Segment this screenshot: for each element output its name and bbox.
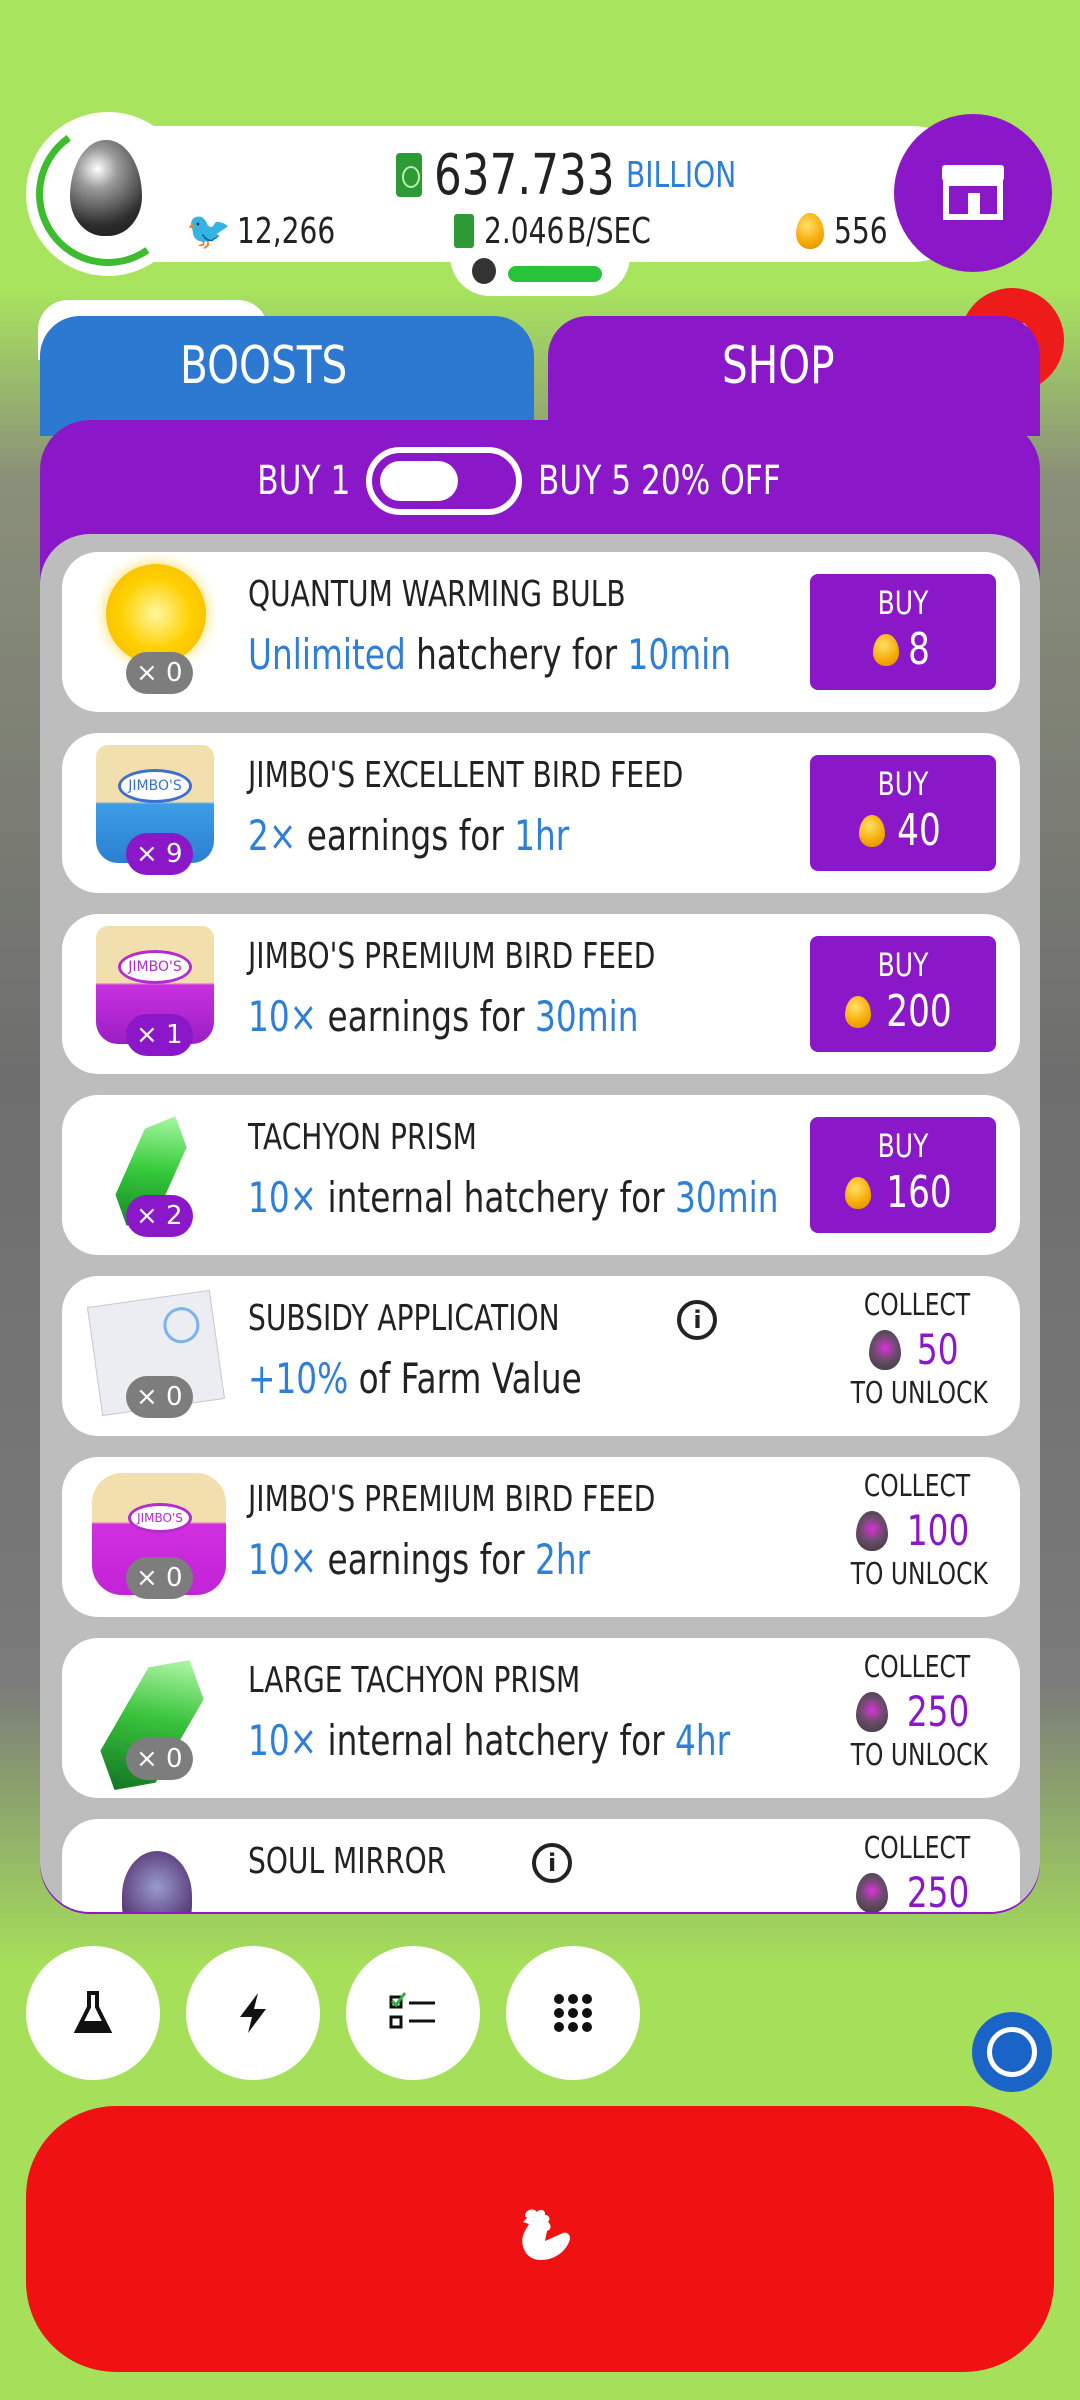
earning-rate: 2.046 B/SEC — [454, 206, 675, 256]
hatch-chicken-button[interactable] — [26, 2106, 1054, 2372]
cash-icon — [396, 153, 422, 197]
buy-1-label: BUY 1 — [257, 458, 351, 504]
bird-icon: 🐦 — [186, 211, 231, 252]
buy-5-label: BUY 5 20% OFF — [538, 458, 781, 504]
money-value: 637.733 — [434, 142, 615, 208]
collect-to-unlock: COLLECT 100 TO UNLOCK — [850, 1469, 988, 1592]
item-name: QUANTUM WARMING BULB — [248, 574, 626, 615]
buy-button[interactable]: BUY 40 — [810, 755, 996, 871]
list-item: SOUL MIRROR i COLLECT 250 — [62, 1819, 1020, 1912]
research-button[interactable] — [26, 1946, 160, 2080]
item-name: TACHYON PRISM — [248, 1117, 477, 1158]
soul-mirror-icon — [92, 1831, 222, 1912]
boost-button[interactable] — [186, 1946, 320, 2080]
item-name: JIMBO'S PREMIUM BIRD FEED — [248, 1479, 656, 1520]
egg-avatar[interactable] — [24, 110, 192, 278]
item-count: × 2 — [126, 1195, 193, 1237]
grid-icon — [554, 1994, 592, 2032]
chicken-icon — [522, 2209, 571, 2260]
flask-icon — [73, 1991, 113, 2033]
checklist-icon — [389, 1992, 435, 2029]
item-description: +10% of Farm Value — [248, 1354, 582, 1403]
collect-to-unlock: COLLECT 250 — [832, 1831, 1002, 1912]
collect-to-unlock: COLLECT 250 TO UNLOCK — [850, 1650, 988, 1773]
item-description: 10× internal hatchery for 4hr — [248, 1716, 731, 1765]
info-icon[interactable]: i — [677, 1300, 718, 1340]
golden-egg-icon — [845, 1176, 871, 1209]
toggle-knob — [380, 461, 459, 501]
money-unit: BILLION — [625, 154, 736, 196]
tab-boosts[interactable]: BOOSTS — [40, 316, 534, 436]
overlay-toggle-button[interactable] — [972, 2012, 1052, 2092]
shop-panel: BUY 1 BUY 5 20% OFF × 0 QUANTUM WARMING … — [40, 420, 1040, 1914]
buy-button[interactable]: BUY 8 — [810, 574, 996, 690]
item-name: SOUL MIRROR i — [248, 1841, 573, 1883]
cash-icon — [454, 214, 474, 248]
list-item: JIMBO'S × 9 JIMBO'S EXCELLENT BIRD FEED … — [62, 733, 1020, 893]
item-description: 10× earnings for 30min — [248, 992, 639, 1041]
golden-egg-icon — [845, 995, 871, 1028]
buy-quantity-toggle[interactable] — [366, 447, 523, 515]
chicken-count: 🐦 12,266 — [186, 210, 336, 253]
shop-button[interactable] — [894, 114, 1052, 272]
soul-egg-icon — [869, 1329, 902, 1370]
item-count: × 9 — [126, 833, 193, 875]
buy-button[interactable]: BUY 200 — [810, 936, 996, 1052]
item-name: SUBSIDY APPLICATION i — [248, 1298, 718, 1340]
lightning-icon — [240, 1993, 266, 2033]
item-count: × 0 — [126, 1557, 193, 1599]
list-item: JIMBO'S × 1 JIMBO'S PREMIUM BIRD FEED 10… — [62, 914, 1020, 1074]
item-count: × 1 — [126, 1014, 193, 1056]
soul-egg-icon — [855, 1510, 888, 1551]
item-description: 2× earnings for 1hr — [248, 811, 570, 860]
golden-egg-icon — [796, 213, 824, 249]
item-count: × 0 — [126, 652, 193, 694]
item-description: 10× internal hatchery for 30min — [248, 1173, 779, 1222]
golden-egg-icon — [859, 814, 885, 847]
tab-shop[interactable]: SHOP — [548, 316, 1040, 436]
list-item: × 2 TACHYON PRISM 10× internal hatchery … — [62, 1095, 1020, 1255]
item-name: JIMBO'S EXCELLENT BIRD FEED — [248, 755, 684, 796]
hatchery-bar — [508, 266, 602, 282]
item-count: × 0 — [126, 1376, 193, 1418]
list-item: JIMBO'S × 0 JIMBO'S PREMIUM BIRD FEED 10… — [62, 1457, 1020, 1617]
item-description: 10× earnings for 2hr — [248, 1535, 591, 1584]
menu-button[interactable] — [506, 1946, 640, 2080]
buy-button[interactable]: BUY 160 — [810, 1117, 996, 1233]
shop-item-list[interactable]: × 0 QUANTUM WARMING BULB Unlimited hatch… — [40, 534, 1040, 1912]
item-count: × 0 — [126, 1738, 193, 1780]
golden-egg-count: 556 — [796, 206, 903, 256]
golden-egg-icon — [873, 633, 899, 666]
list-item: × 0 LARGE TACHYON PRISM 10× internal hat… — [62, 1638, 1020, 1798]
money-display: 637.733 BILLION — [396, 140, 767, 210]
item-description: Unlimited hatchery for 10min — [248, 630, 731, 679]
collect-to-unlock: COLLECT 50 TO UNLOCK — [850, 1288, 988, 1411]
store-icon — [942, 165, 1004, 220]
list-item: × 0 QUANTUM WARMING BULB Unlimited hatch… — [62, 552, 1020, 712]
hatchery-indicator — [450, 250, 630, 296]
chick-icon — [472, 258, 496, 284]
info-icon[interactable]: i — [532, 1843, 573, 1883]
soul-egg-icon — [855, 1691, 888, 1732]
list-item: × 0 SUBSIDY APPLICATION i +10% of Farm Va… — [62, 1276, 1020, 1436]
item-name: LARGE TACHYON PRISM — [248, 1660, 581, 1701]
soul-egg-icon — [855, 1872, 888, 1912]
buy-quantity-toggle-row: BUY 1 BUY 5 20% OFF — [40, 446, 1040, 516]
missions-button[interactable] — [346, 1946, 480, 2080]
item-name: JIMBO'S PREMIUM BIRD FEED — [248, 936, 656, 977]
